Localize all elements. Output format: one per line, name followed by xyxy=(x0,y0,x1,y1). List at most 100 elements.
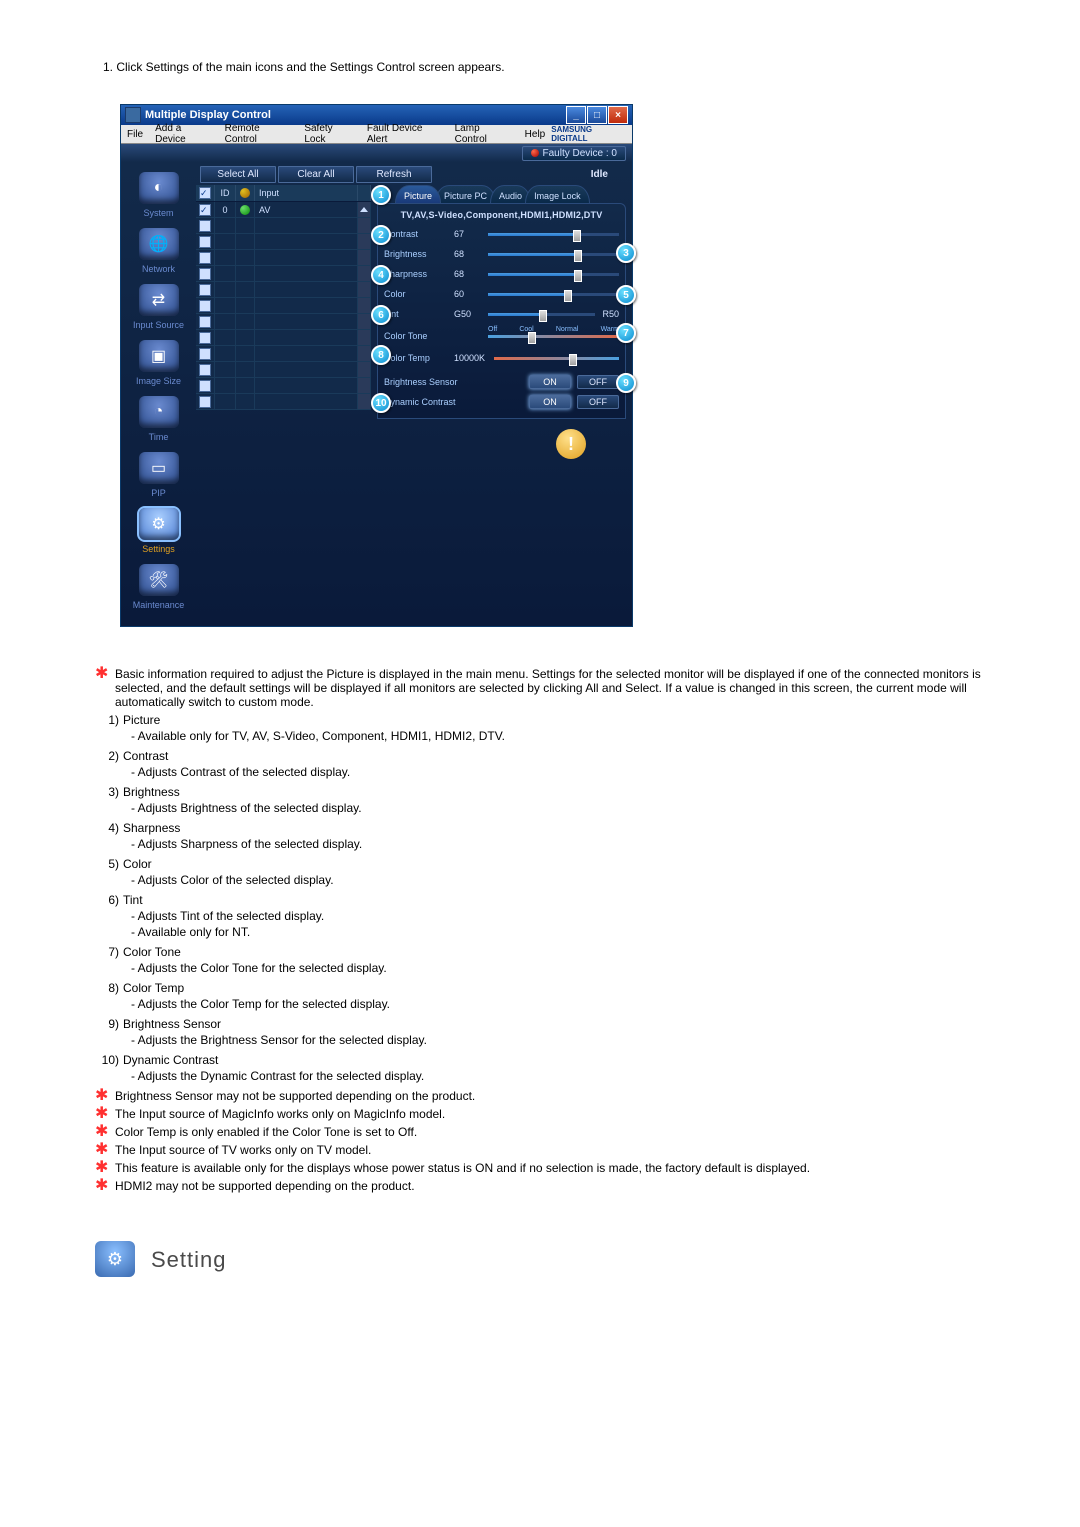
scroll-gutter[interactable] xyxy=(358,282,371,298)
menu-safety-lock[interactable]: Safety Lock xyxy=(298,123,361,145)
header-input: Input xyxy=(255,185,358,201)
scroll-gutter[interactable] xyxy=(358,298,371,314)
refresh-button[interactable]: Refresh xyxy=(356,166,432,183)
row-color-temp: Color Temp 10000K xyxy=(384,348,619,368)
device-row[interactable] xyxy=(196,266,371,282)
scroll-gutter[interactable] xyxy=(358,202,371,218)
faulty-device-button[interactable]: Faulty Device : 0 xyxy=(522,146,626,161)
item-label: Picture xyxy=(123,713,160,727)
device-row[interactable] xyxy=(196,314,371,330)
item-subline: - Adjusts Brightness of the selected dis… xyxy=(131,801,990,815)
tab-picture-pc[interactable]: Picture PC xyxy=(435,185,496,203)
device-checkbox[interactable] xyxy=(199,284,211,296)
warning-icon: ! xyxy=(556,429,586,459)
slider-color-tone[interactable]: Off Cool Normal Warm xyxy=(488,332,619,340)
device-checkbox[interactable] xyxy=(199,332,211,344)
sidebar-icon-system[interactable]: ◐ xyxy=(139,172,179,204)
sidebar-icon-time[interactable]: ◔ xyxy=(139,396,179,428)
sidebar-label-pip: PIP xyxy=(151,488,166,498)
device-row[interactable]: 0AV xyxy=(196,202,371,218)
scroll-up-icon[interactable] xyxy=(360,207,368,212)
device-row[interactable] xyxy=(196,346,371,362)
numbered-item: 8)Color Temp xyxy=(95,981,990,995)
scroll-gutter[interactable] xyxy=(358,330,371,346)
device-checkbox[interactable] xyxy=(199,380,211,392)
panel-subhead: TV,AV,S-Video,Component,HDMI1,HDMI2,DTV xyxy=(384,208,619,224)
close-button[interactable]: × xyxy=(608,106,628,124)
slider-tint[interactable] xyxy=(488,310,595,318)
device-row[interactable] xyxy=(196,282,371,298)
device-checkbox[interactable] xyxy=(199,252,211,264)
maximize-button[interactable]: □ xyxy=(587,106,607,124)
brightness-sensor-off-button[interactable]: OFF xyxy=(577,375,619,389)
sidebar-icon-image-size[interactable]: ▣ xyxy=(139,340,179,372)
sidebar-icon-maintenance[interactable]: 🛠 xyxy=(139,564,179,596)
device-checkbox[interactable] xyxy=(199,364,211,376)
item-number: 8) xyxy=(95,981,123,995)
header-check-icon[interactable] xyxy=(199,187,211,199)
menu-lamp-control[interactable]: Lamp Control xyxy=(449,123,519,145)
device-id xyxy=(215,250,236,266)
sidebar-icon-network[interactable]: 🌐 xyxy=(139,228,179,260)
select-all-button[interactable]: Select All xyxy=(200,166,276,183)
slider-color[interactable] xyxy=(488,290,619,298)
scroll-gutter[interactable] xyxy=(358,346,371,362)
brightness-sensor-on-button[interactable]: ON xyxy=(529,375,571,389)
star-text: The Input source of MagicInfo works only… xyxy=(115,1107,990,1121)
slider-brightness[interactable] xyxy=(488,250,619,258)
device-checkbox[interactable] xyxy=(199,204,211,216)
star-note: ✱Brightness Sensor may not be supported … xyxy=(95,1089,990,1103)
slider-color-temp[interactable] xyxy=(494,354,619,362)
scroll-gutter[interactable] xyxy=(358,218,371,234)
menu-file[interactable]: File xyxy=(121,129,149,140)
device-row[interactable] xyxy=(196,234,371,250)
device-row[interactable] xyxy=(196,378,371,394)
device-checkbox[interactable] xyxy=(199,396,211,408)
device-row[interactable] xyxy=(196,218,371,234)
device-input xyxy=(255,298,358,314)
device-checkbox[interactable] xyxy=(199,316,211,328)
menu-fault-device-alert[interactable]: Fault Device Alert xyxy=(361,123,449,145)
dynamic-contrast-on-button[interactable]: ON xyxy=(529,395,571,409)
star-note-main: ✱ Basic information required to adjust t… xyxy=(95,667,990,709)
device-row[interactable] xyxy=(196,250,371,266)
scroll-gutter[interactable] xyxy=(358,362,371,378)
device-row[interactable] xyxy=(196,362,371,378)
sidebar-icon-settings[interactable]: ⚙ xyxy=(139,508,179,540)
device-row[interactable] xyxy=(196,330,371,346)
scroll-gutter[interactable] xyxy=(358,378,371,394)
device-row[interactable] xyxy=(196,394,371,410)
item-number: 10) xyxy=(95,1053,123,1067)
scroll-gutter[interactable] xyxy=(358,234,371,250)
device-checkbox[interactable] xyxy=(199,268,211,280)
menu-add-device[interactable]: Add a Device xyxy=(149,123,219,145)
callout-10: 10 xyxy=(371,393,391,413)
dynamic-contrast-off-button[interactable]: OFF xyxy=(577,395,619,409)
star-text: Color Temp is only enabled if the Color … xyxy=(115,1125,990,1139)
scroll-gutter[interactable] xyxy=(358,314,371,330)
faulty-device-label: Faulty Device : 0 xyxy=(543,148,617,159)
device-checkbox[interactable] xyxy=(199,348,211,360)
tab-picture[interactable]: Picture xyxy=(395,185,441,203)
scroll-gutter[interactable] xyxy=(358,394,371,410)
slider-sharpness[interactable] xyxy=(488,270,619,278)
sidebar-icon-pip[interactable]: ▭ xyxy=(139,452,179,484)
item-number: 2) xyxy=(95,749,123,763)
menu-help[interactable]: Help xyxy=(519,129,552,140)
device-checkbox[interactable] xyxy=(199,300,211,312)
device-row[interactable] xyxy=(196,298,371,314)
clear-all-button[interactable]: Clear All xyxy=(278,166,354,183)
sidebar-icon-input-source[interactable]: ⇄ xyxy=(139,284,179,316)
device-checkbox[interactable] xyxy=(199,220,211,232)
minimize-button[interactable]: _ xyxy=(566,106,586,124)
tab-image-lock[interactable]: Image Lock xyxy=(525,185,590,203)
device-status-icon xyxy=(240,205,250,215)
device-checkbox[interactable] xyxy=(199,236,211,248)
scroll-gutter[interactable] xyxy=(358,250,371,266)
item-label: Color Tone xyxy=(123,945,181,959)
menu-remote-control[interactable]: Remote Control xyxy=(219,123,299,145)
label-tint: Tint xyxy=(384,309,454,319)
scroll-gutter[interactable] xyxy=(358,266,371,282)
item-subline: - Adjusts the Dynamic Contrast for the s… xyxy=(131,1069,990,1083)
slider-contrast[interactable] xyxy=(488,230,619,238)
